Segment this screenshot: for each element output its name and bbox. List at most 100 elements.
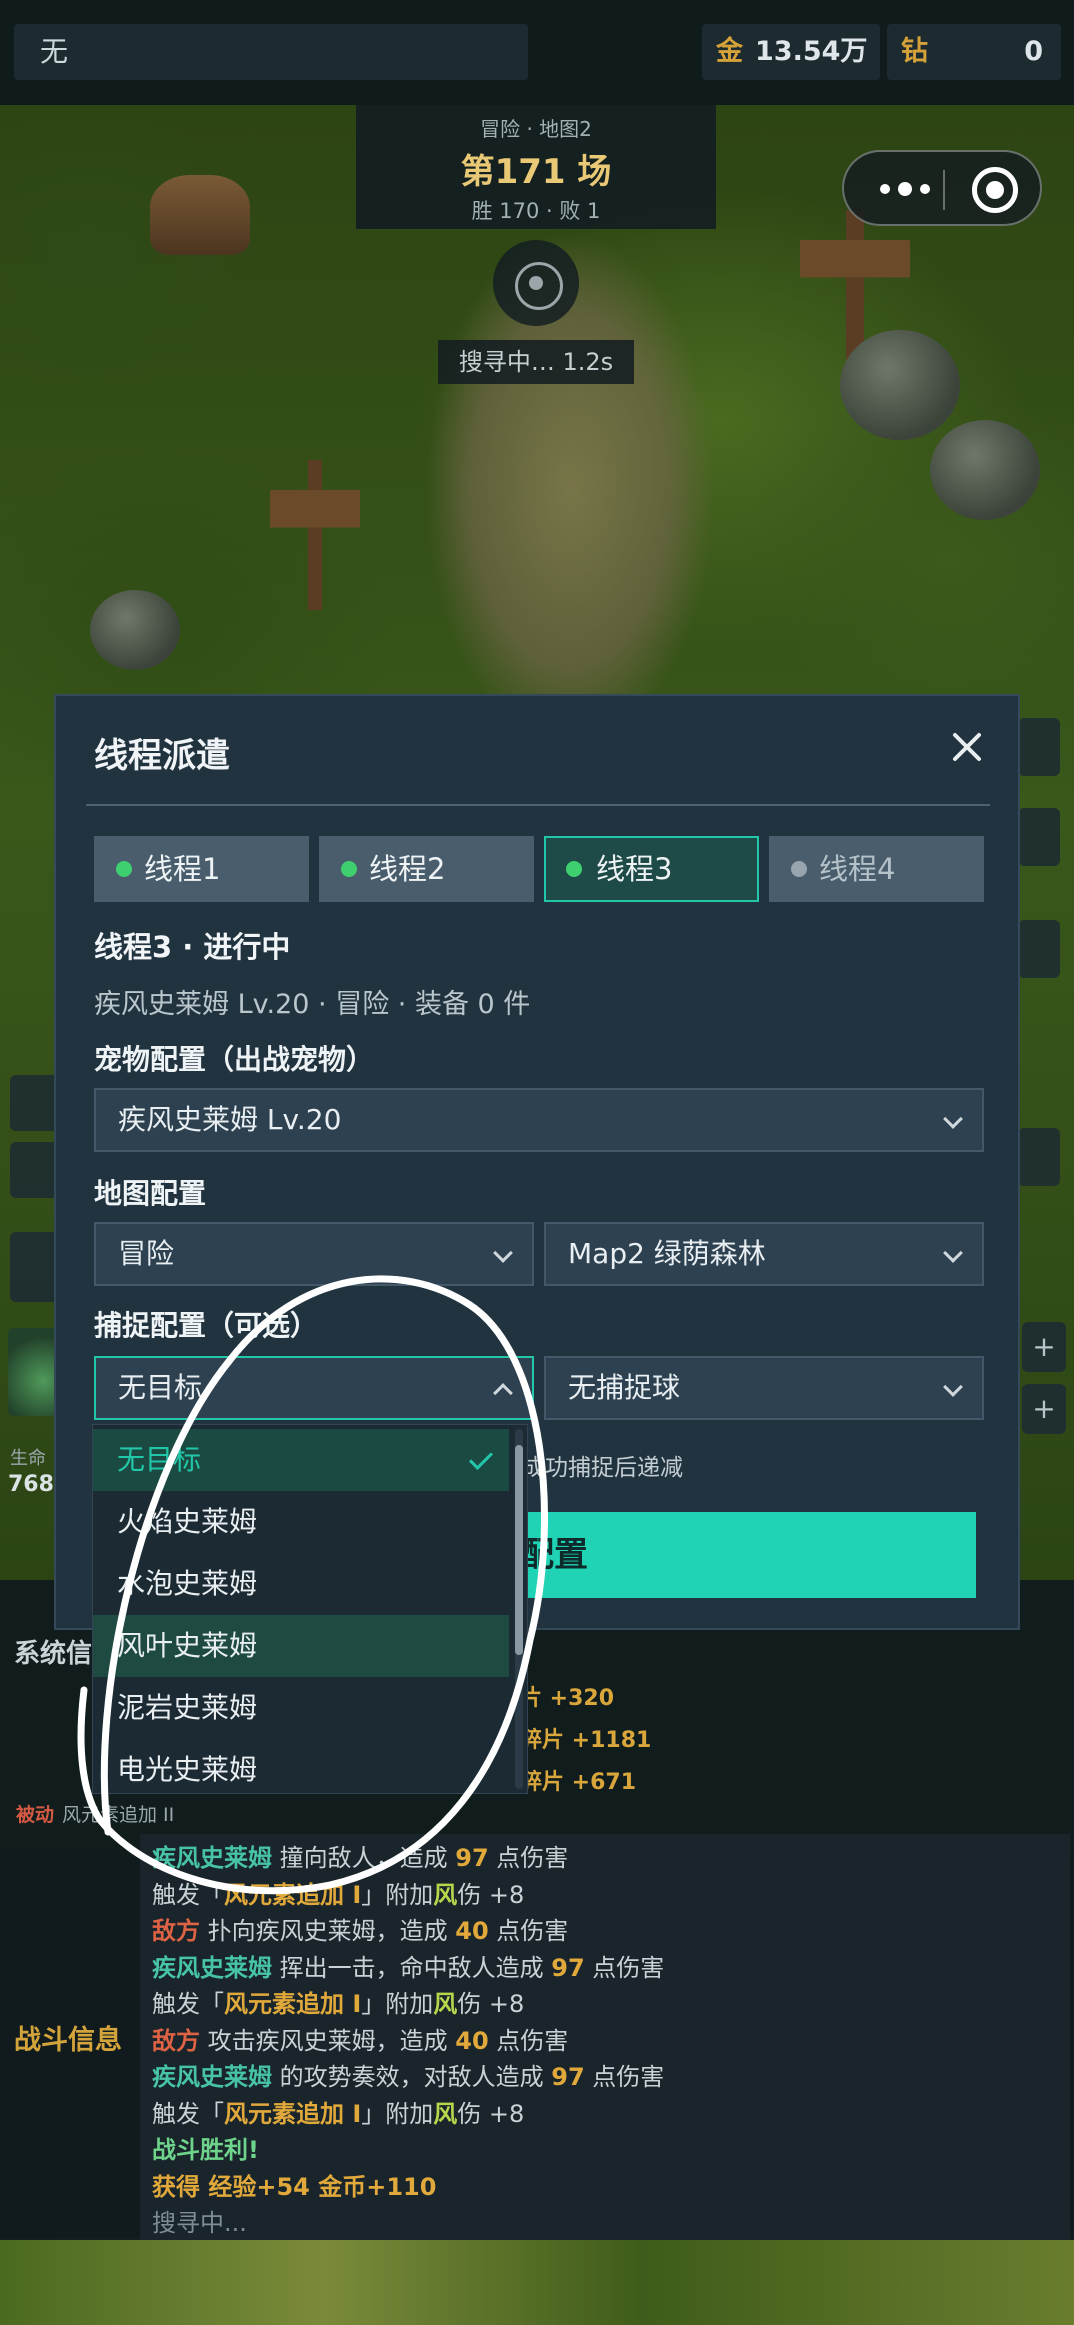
life-value: 768 (8, 1472, 54, 1497)
dropdown-option[interactable]: 火焰史莱姆 (93, 1491, 509, 1553)
log-line: 疾风史莱姆 的攻势奏效，对敌人造成 97 点伤害 (152, 2057, 664, 2092)
battle-info-label: 战斗信息 (14, 2025, 122, 2056)
more-icon[interactable] (874, 170, 944, 208)
map-mode-value: 冒险 (118, 1237, 175, 1270)
dropdown-scrollbar[interactable] (515, 1445, 523, 1655)
log-line: 敌方 扑向疾风史莱姆，造成 40 点伤害 (152, 1911, 568, 1946)
add-button[interactable]: + (1022, 1384, 1066, 1434)
log-segment: 疾风史莱姆 (152, 1953, 272, 1982)
gold-value: 13.54万 (755, 36, 868, 67)
drop-line: 片 +320 (520, 1686, 615, 1711)
log-segment: 扑向疾风史莱姆，造成 (200, 1917, 456, 1945)
system-info-label: 系统信 (14, 1639, 93, 1669)
capsule-divider (943, 170, 945, 210)
passive-text: 风元素追加 II (62, 1804, 175, 1826)
thread-status: 线程3 · 进行中 (94, 930, 291, 964)
wooden-signpost-left (270, 460, 360, 610)
log-segment: 获得 经验+54 金币+110 (152, 2172, 437, 2201)
capture-target-select[interactable]: 无目标 (94, 1356, 534, 1420)
log-segment: 风元素追加 I (224, 1990, 362, 2018)
dropdown-option[interactable]: 无目标 (93, 1429, 509, 1491)
dropdown-option[interactable]: 泥岩史莱姆 (93, 1677, 509, 1739)
drop-line: 碎片 +671 (520, 1770, 637, 1795)
log-segment: 97 (551, 2063, 585, 2091)
map-select[interactable]: Map2 绿荫森林 (544, 1222, 984, 1286)
log-segment: 疾风史莱姆 (152, 1844, 272, 1872)
gear-icon[interactable] (1018, 1128, 1060, 1186)
status-dot-icon (791, 861, 807, 877)
radar-icon (493, 240, 579, 326)
log-segment: 触发「 (152, 1990, 224, 2018)
pet-select[interactable]: 疾风史莱姆 Lv.20 (94, 1088, 984, 1152)
forest-ground-strip (0, 2238, 1074, 2325)
capture-target-dropdown: 无目标 火焰史莱姆 水泡史莱姆 风叶史莱姆 泥岩史莱姆 电光史莱姆 (92, 1424, 528, 1794)
diamond-counter: 钻0 (887, 24, 1061, 80)
dropdown-option[interactable]: 电光史莱姆 (93, 1739, 509, 1793)
divider (86, 804, 990, 806)
status-dot-icon (116, 861, 132, 877)
passive-skill: 被动 风元素追加 II (16, 1800, 174, 1827)
capture-ball-select[interactable]: 无捕捉球 (544, 1356, 984, 1420)
log-segment: 风元素追加 I (224, 2099, 362, 2128)
log-segment: 」附加 (361, 1990, 434, 2018)
log-segment: 伤 +8 (457, 2099, 525, 2128)
trophy-icon[interactable] (1018, 808, 1060, 866)
log-segment: 的攻势奏效，对敌人造成 (272, 2063, 552, 2091)
battle-log: 疾风史莱姆 撞向敌人，造成 97 点伤害 触发「风元素追加 I」附加风伤 +8 敌方… (140, 1834, 1070, 2240)
gold-icon: 金 (716, 36, 743, 67)
log-segment: 撞向敌人，造成 (272, 1844, 456, 1872)
log-segment: 」附加 (361, 2099, 434, 2128)
log-line: 触发「风元素追加 I」附加风伤 +8 (152, 2094, 524, 2129)
player-title[interactable]: 无 (14, 24, 528, 80)
battle-location: 冒险 · 地图2 (480, 117, 592, 141)
log-segment: 97 (551, 1953, 585, 1982)
option-label: 泥岩史莱姆 (117, 1691, 258, 1724)
tab-thread-3[interactable]: 线程3 (544, 836, 759, 902)
stone-path (390, 160, 750, 760)
log-segment: 搜寻中... (152, 2209, 247, 2237)
tab-thread-1[interactable]: 线程1 (94, 836, 309, 902)
chevron-down-icon (493, 1243, 513, 1263)
option-label: 电光史莱姆 (117, 1753, 258, 1786)
log-line: 触发「风元素追加 I」附加风伤 +8 (152, 1984, 524, 2019)
pet-select-value: 疾风史莱姆 Lv.20 (118, 1103, 342, 1136)
chevron-down-icon (943, 1109, 963, 1129)
tree-stump (150, 175, 250, 255)
option-label: 水泡史莱姆 (117, 1567, 258, 1600)
log-line: 疾风史莱姆 挥出一击，命中敌人造成 97 点伤害 (152, 1948, 664, 1983)
log-line: 获得 经验+54 金币+110 (152, 2167, 436, 2202)
tab-thread-4[interactable]: 线程4 (769, 836, 984, 902)
status-dot-icon (341, 861, 357, 877)
capture-config-label: 捕捉配置（可选） (94, 1309, 319, 1342)
tab-label: 线程1 (144, 852, 221, 886)
log-segment: 攻击疾风史莱姆，造成 (200, 2026, 456, 2055)
map-value: Map2 绿荫森林 (568, 1237, 766, 1270)
log-segment: 伤 +8 (457, 1880, 525, 1909)
log-segment: 点伤害 (584, 1953, 665, 1982)
status-dot-icon (566, 861, 582, 877)
log-segment: 点伤害 (488, 1917, 569, 1945)
log-segment: 点伤害 (488, 2026, 569, 2055)
log-segment: 疾风史莱姆 (152, 2063, 272, 2091)
card-icon[interactable] (1018, 920, 1060, 978)
close-icon[interactable] (950, 730, 984, 764)
log-segment: 40 (455, 2026, 489, 2055)
log-segment: 」附加 (361, 1880, 434, 1909)
log-segment: 点伤害 (488, 1844, 569, 1872)
tab-thread-2[interactable]: 线程2 (319, 836, 534, 902)
side-tool-button[interactable] (1018, 718, 1060, 776)
log-segment: 风 (433, 1990, 458, 2018)
rock (840, 330, 960, 440)
map-mode-select[interactable]: 冒险 (94, 1222, 534, 1286)
add-button[interactable]: + (1022, 1322, 1066, 1372)
log-segment: 挥出一击，命中敌人造成 (272, 1953, 552, 1982)
tab-label: 线程2 (369, 852, 446, 886)
miniprogram-capsule (842, 150, 1042, 226)
dropdown-option[interactable]: 水泡史莱姆 (93, 1553, 509, 1615)
close-miniprogram-icon[interactable] (972, 167, 1018, 213)
dropdown-option[interactable]: 风叶史莱姆 (93, 1615, 509, 1677)
chevron-up-icon (493, 1383, 513, 1403)
map-config-label: 地图配置 (94, 1177, 207, 1210)
log-line: 战斗胜利! (152, 2130, 259, 2165)
log-line: 搜寻中... (152, 2203, 247, 2238)
